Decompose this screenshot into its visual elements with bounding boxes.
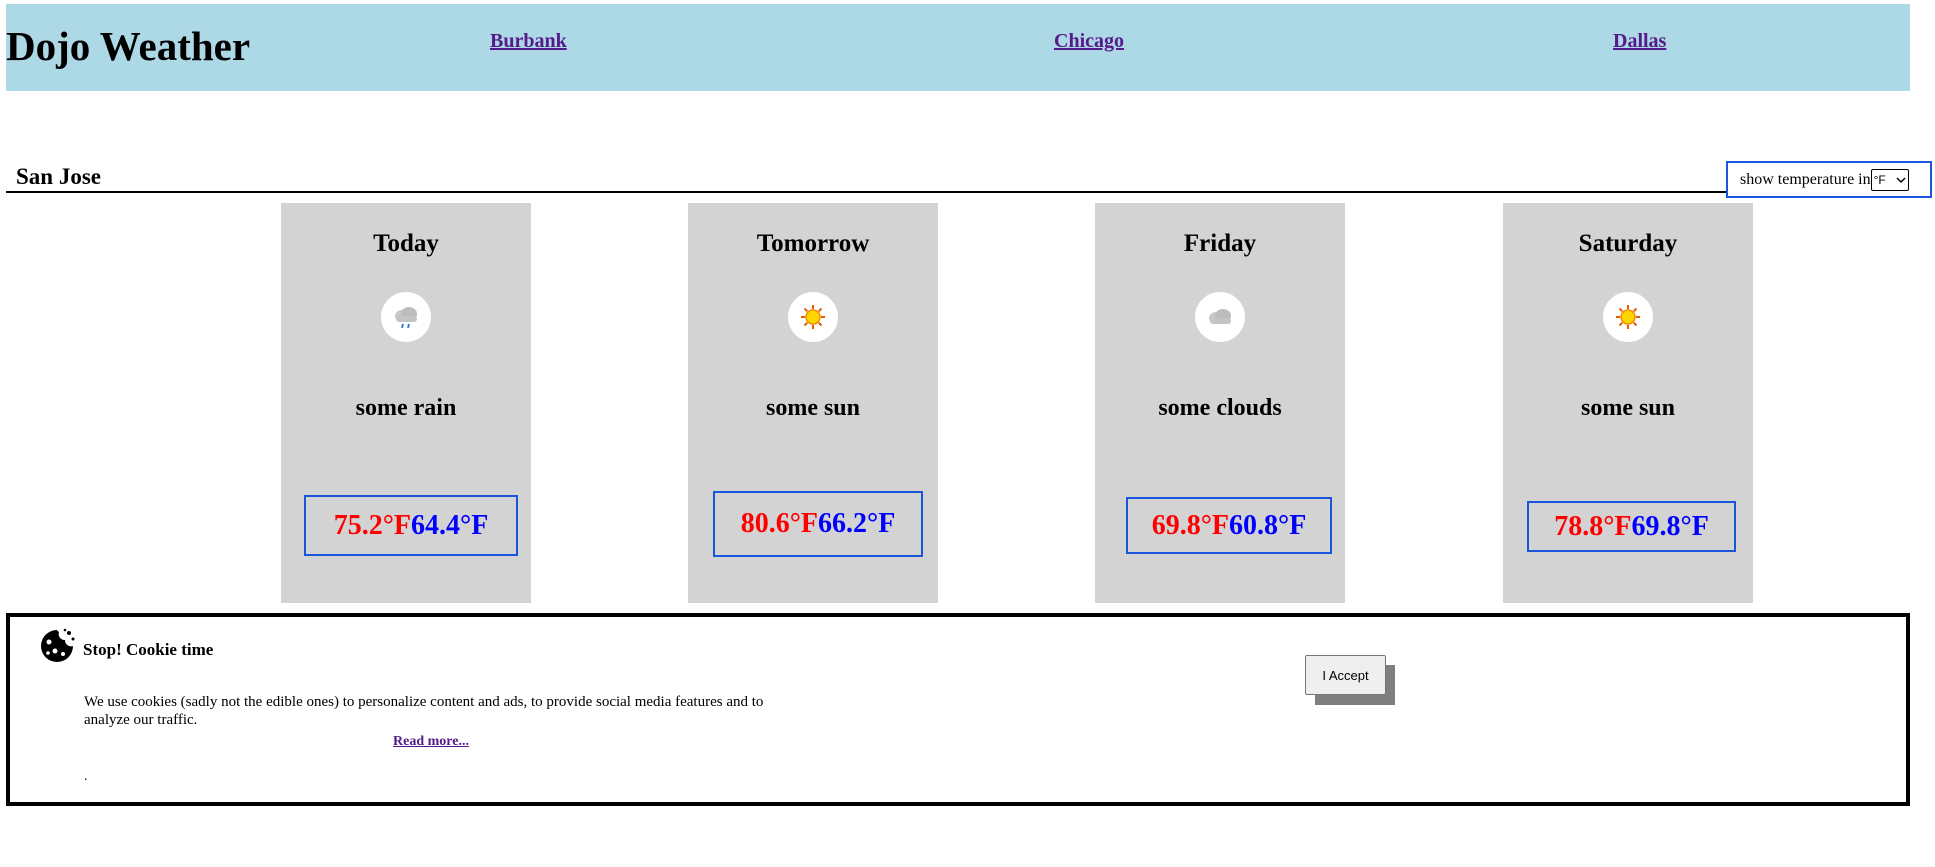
rain-cloud-icon [381,292,431,342]
cookie-footnote: . [84,769,88,784]
forecast-card: Friday some clouds 69.8°F 60.8°F [1095,203,1345,603]
high-temperature: 78.8°F [1554,510,1632,542]
city-divider [6,191,1910,193]
forecast-condition: some sun [1580,395,1676,421]
city-title: San Jose [16,164,101,189]
nav-link-burbank[interactable]: Burbank [490,30,567,53]
forecast-day: Friday [1183,230,1257,257]
forecast-condition: some rain [355,395,457,421]
forecast-day: Today [373,230,439,257]
nav-link-dallas[interactable]: Dallas [1613,30,1666,53]
low-temperature: 60.8°F [1229,509,1307,541]
unit-select[interactable]: °F [1870,168,1909,191]
sun-icon [788,292,838,342]
temperature-box: 78.8°F 69.8°F [1527,501,1736,552]
high-temperature: 69.8°F [1151,509,1229,541]
accept-cookies-button[interactable]: I Accept [1305,655,1386,695]
forecast-card: Today some rain 75.2°F 64.4°F [281,203,531,603]
forecast-condition: some sun [765,395,861,421]
high-temperature: 75.2°F [333,509,411,541]
site-title: Dojo Weather [6,23,251,69]
cloud-icon [1195,292,1245,342]
forecast-condition: some clouds [1158,395,1282,421]
unit-selector: show temperature in °F [1726,161,1932,198]
low-temperature: 64.4°F [411,509,489,541]
sun-icon [1603,292,1653,342]
temperature-box: 80.6°F 66.2°F [713,491,923,557]
forecast-card: Tomorrow some sun 80.6°F 66.2°F [688,203,938,603]
forecast-card: Saturday some sun 78.8°F 69.8°F [1503,203,1753,603]
high-temperature: 80.6°F [740,508,818,539]
cookie-icon [41,628,75,662]
low-temperature: 66.2°F [818,508,896,539]
cookie-message: We use cookies (sadly not the edible one… [84,694,764,728]
temperature-box: 75.2°F 64.4°F [304,495,518,556]
temperature-box: 69.8°F 60.8°F [1126,497,1332,554]
low-temperature: 69.8°F [1631,510,1709,542]
site-header: Dojo Weather Burbank Chicago Dallas [6,4,1910,91]
unit-label: show temperature in [1740,170,1871,188]
nav-link-chicago[interactable]: Chicago [1054,30,1124,53]
cookie-banner: Stop! Cookie time We use cookies (sadly … [6,613,1910,806]
chevron-down-icon [1896,176,1906,183]
cookie-title: Stop! Cookie time [83,640,214,659]
forecast-day: Saturday [1578,230,1678,257]
forecast-day: Tomorrow [756,230,870,257]
unit-select-value: °F [1873,172,1886,187]
read-more-link[interactable]: Read more... [393,734,469,750]
